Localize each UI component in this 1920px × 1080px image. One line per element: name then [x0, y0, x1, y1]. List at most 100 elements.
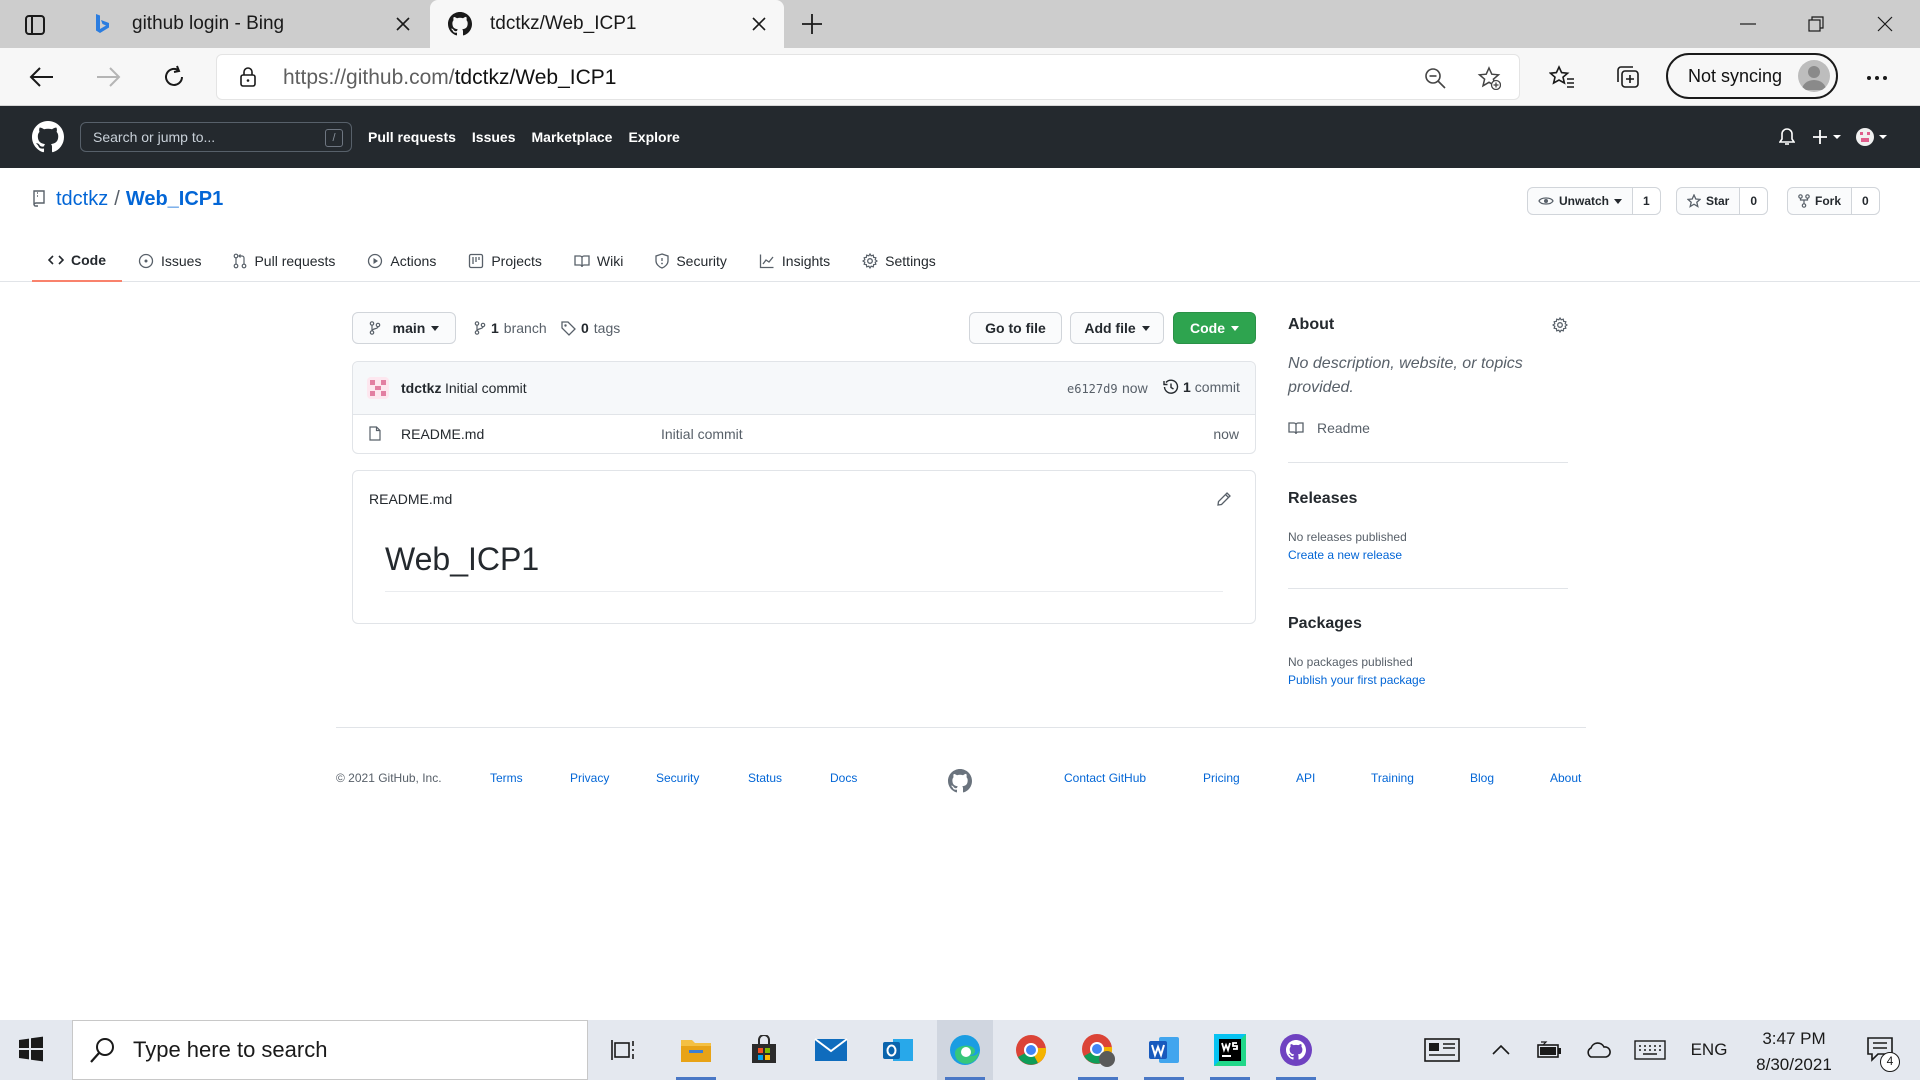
edge-app[interactable] — [937, 1020, 993, 1080]
bell-icon[interactable] — [1779, 128, 1795, 146]
footer-link-about[interactable]: About — [1550, 771, 1581, 785]
file-commit-message[interactable]: Initial commit — [661, 426, 743, 442]
onedrive-indicator[interactable] — [1580, 1020, 1616, 1080]
close-tab-button[interactable] — [392, 13, 414, 35]
tab-actions-button[interactable] — [20, 12, 50, 38]
settings-more-button[interactable] — [1862, 63, 1892, 93]
refresh-button[interactable] — [158, 61, 190, 93]
mail-app[interactable] — [803, 1020, 859, 1080]
nav-marketplace[interactable]: Marketplace — [532, 129, 613, 145]
footer-link-terms[interactable]: Terms — [490, 771, 523, 785]
back-button[interactable] — [26, 61, 58, 93]
restore-button[interactable] — [1801, 12, 1831, 36]
commit-sha[interactable]: e6127d9 — [1067, 382, 1118, 396]
bing-icon — [96, 14, 109, 33]
github-mark-icon[interactable] — [948, 769, 972, 793]
user-avatar-dropdown-icon[interactable] — [1855, 127, 1889, 147]
tab-settings[interactable]: Settings — [846, 240, 952, 282]
github-desktop-app[interactable] — [1268, 1020, 1324, 1080]
nav-pull-requests[interactable]: Pull requests — [368, 129, 456, 145]
github-search-input[interactable]: Search or jump to... / — [80, 122, 352, 152]
branches-link[interactable]: 1 branch — [474, 320, 547, 336]
repo-name-link[interactable]: Web_ICP1 — [126, 188, 223, 210]
go-to-file-button[interactable]: Go to file — [969, 312, 1062, 344]
plus-dropdown-icon[interactable] — [1812, 129, 1842, 145]
word-app[interactable] — [1136, 1020, 1192, 1080]
commit-author[interactable]: tdctkz — [401, 380, 441, 396]
add-file-button[interactable]: Add file — [1070, 312, 1164, 344]
gear-icon[interactable] — [1552, 317, 1568, 333]
tab-wiki[interactable]: Wiki — [558, 240, 639, 282]
tab-pull-requests[interactable]: Pull requests — [217, 240, 351, 282]
fork-button[interactable]: Fork — [1788, 188, 1853, 214]
webstorm-app[interactable] — [1202, 1020, 1258, 1080]
repo-owner-link[interactable]: tdctkz — [56, 188, 108, 210]
store-app[interactable] — [736, 1020, 792, 1080]
publish-package-link[interactable]: Publish your first package — [1288, 673, 1425, 687]
footer-link-api[interactable]: API — [1296, 771, 1315, 785]
unwatch-button[interactable]: Unwatch — [1528, 188, 1634, 214]
book-icon — [574, 255, 590, 268]
footer-link-docs[interactable]: Docs — [830, 771, 857, 785]
footer-link-training[interactable]: Training — [1371, 771, 1414, 785]
news-widget-button[interactable] — [1420, 1020, 1464, 1080]
add-favorite-icon[interactable] — [1477, 66, 1501, 90]
windows-start-icon[interactable] — [18, 1036, 44, 1062]
address-bar[interactable]: https://github.com/tdctkz/Web_ICP1 — [216, 54, 1520, 100]
footer-link-privacy[interactable]: Privacy — [570, 771, 609, 785]
touch-keyboard-button[interactable] — [1630, 1020, 1670, 1080]
file-name[interactable]: README.md — [401, 426, 484, 442]
star-button[interactable]: Star — [1677, 188, 1741, 214]
fork-count[interactable]: 0 — [1852, 188, 1879, 214]
pencil-icon[interactable] — [1217, 492, 1231, 506]
task-view-button[interactable] — [596, 1020, 652, 1080]
browser-tab-bing[interactable]: github login - Bing — [72, 0, 428, 48]
tab-security[interactable]: Security — [639, 240, 743, 282]
chrome-app[interactable] — [1003, 1020, 1059, 1080]
close-window-button[interactable] — [1870, 12, 1900, 36]
minimize-button[interactable] — [1733, 12, 1763, 36]
footer-link-contact[interactable]: Contact GitHub — [1064, 771, 1146, 785]
browser-tab-github[interactable]: tdctkz/Web_ICP1 — [430, 0, 784, 48]
commit-author-avatar[interactable] — [367, 377, 389, 399]
taskbar-search-box[interactable]: Type here to search — [72, 1020, 588, 1080]
show-hidden-icons-button[interactable] — [1486, 1020, 1516, 1080]
outlook-app[interactable] — [870, 1020, 926, 1080]
nav-explore[interactable]: Explore — [628, 129, 679, 145]
tab-code[interactable]: Code — [32, 240, 122, 282]
tags-link[interactable]: 0 tags — [561, 320, 620, 336]
tab-issues[interactable]: Issues — [122, 240, 217, 282]
battery-indicator[interactable] — [1532, 1020, 1568, 1080]
footer-link-security[interactable]: Security — [656, 771, 699, 785]
collections-button[interactable] — [1612, 61, 1644, 93]
tab-actions[interactable]: Actions — [351, 240, 452, 282]
branch-select-button[interactable]: main — [352, 312, 456, 344]
footer-link-status[interactable]: Status — [748, 771, 782, 785]
favorites-button[interactable] — [1546, 61, 1578, 93]
chrome-profile-app[interactable] — [1070, 1020, 1126, 1080]
create-release-link[interactable]: Create a new release — [1288, 548, 1402, 562]
action-center-button[interactable]: 4 — [1856, 1020, 1906, 1080]
nav-issues[interactable]: Issues — [472, 129, 516, 145]
watch-count[interactable]: 1 — [1633, 188, 1660, 214]
github-logo-icon[interactable] — [32, 121, 64, 153]
profile-sync-button[interactable]: Not syncing — [1666, 53, 1838, 99]
file-explorer-app[interactable] — [668, 1020, 724, 1080]
footer-link-pricing[interactable]: Pricing — [1203, 771, 1240, 785]
forward-button[interactable] — [92, 61, 124, 93]
commit-message[interactable]: Initial commit — [445, 380, 527, 396]
tab-insights[interactable]: Insights — [743, 240, 846, 282]
taskbar-clock[interactable]: 3:47 PM 8/30/2021 — [1744, 1026, 1844, 1078]
code-download-button[interactable]: Code — [1173, 312, 1256, 344]
readme-link[interactable]: Readme — [1288, 420, 1370, 436]
new-tab-button[interactable] — [800, 12, 830, 38]
close-icon — [1877, 16, 1893, 32]
commit-history-link[interactable]: 1 commit — [1163, 379, 1240, 395]
zoom-out-icon[interactable] — [1423, 66, 1447, 90]
input-language-indicator[interactable]: ENG — [1684, 1020, 1734, 1080]
tab-projects[interactable]: Projects — [452, 240, 558, 282]
file-row[interactable]: README.md Initial commit now — [353, 415, 1255, 453]
star-count[interactable]: 0 — [1740, 188, 1768, 214]
footer-link-blog[interactable]: Blog — [1470, 771, 1494, 785]
close-tab-button[interactable] — [748, 13, 770, 35]
